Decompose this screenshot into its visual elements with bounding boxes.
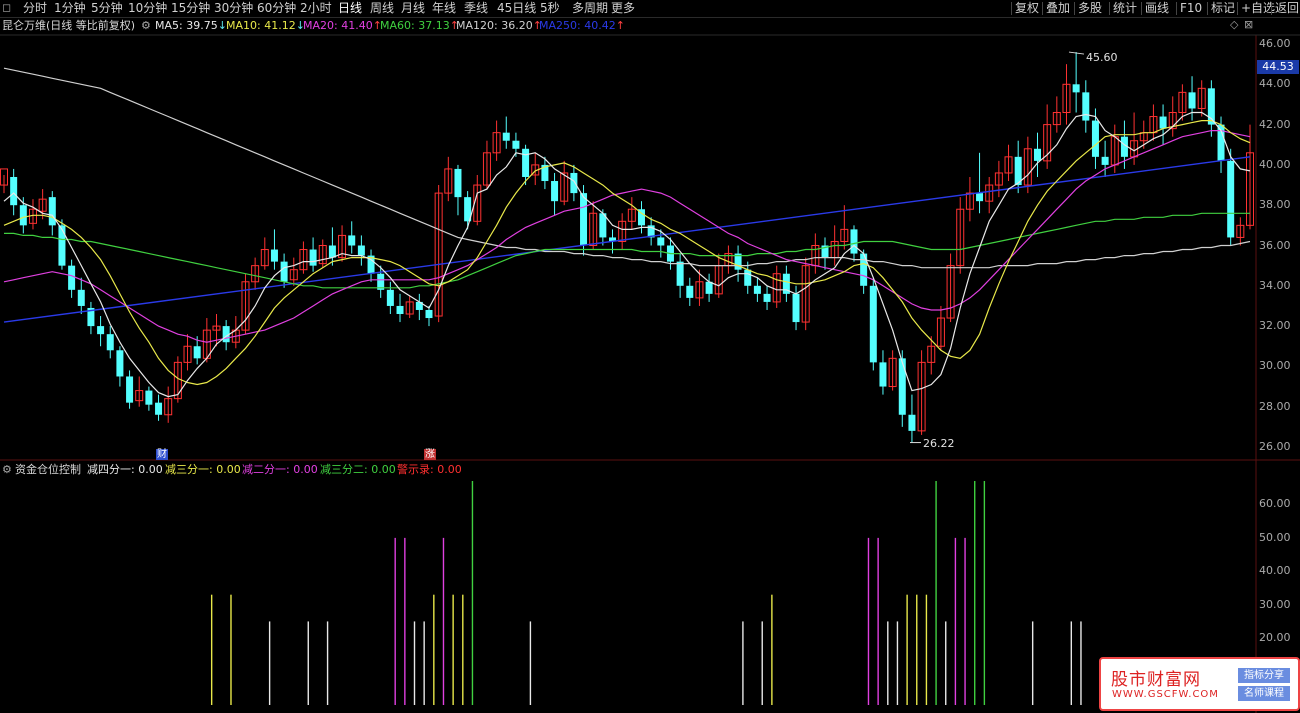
indicator-tick-label: 50.00 bbox=[1259, 530, 1291, 544]
candle-body-down bbox=[908, 414, 916, 431]
candle-body-down bbox=[763, 293, 771, 302]
candle-body-down bbox=[657, 237, 665, 246]
candle-body-down bbox=[106, 334, 114, 351]
candle-body-down bbox=[10, 176, 18, 206]
candle-body-down bbox=[116, 350, 124, 377]
ma10-line bbox=[3, 119, 1251, 386]
candle-body-down bbox=[502, 132, 510, 141]
candle-body-down bbox=[270, 249, 278, 262]
candle-body-down bbox=[1159, 116, 1167, 129]
ma250-line bbox=[3, 156, 1251, 323]
indicator-tick-label: 60.00 bbox=[1259, 497, 1291, 511]
indicator-name: 资金仓位控制 bbox=[15, 463, 81, 476]
marker-cai[interactable]: 财 bbox=[156, 449, 168, 460]
indicator-settings-icon[interactable]: ⚙ bbox=[2, 463, 12, 477]
candle-body-down bbox=[425, 309, 433, 319]
ma20-line bbox=[3, 130, 1251, 343]
indicator-tick-label: 40.00 bbox=[1259, 564, 1291, 578]
candle-body-down bbox=[1034, 148, 1042, 161]
low-price-label: 26.22 bbox=[923, 437, 955, 450]
candle-body-down bbox=[879, 362, 887, 387]
kline-chart[interactable] bbox=[0, 0, 1300, 713]
candle-body-down bbox=[145, 390, 153, 405]
price-tick-label: 30.00 bbox=[1259, 359, 1291, 373]
candle-body-down bbox=[454, 168, 462, 198]
price-tick-label: 46.00 bbox=[1259, 37, 1291, 50]
candle-body-down bbox=[522, 148, 530, 177]
price-tick-label: 32.00 bbox=[1259, 319, 1291, 333]
indicator-value-1: 减三分一: 0.00 bbox=[165, 463, 241, 476]
watermark-title: 股市财富网 bbox=[1111, 670, 1201, 690]
candle-body-down bbox=[1188, 92, 1196, 109]
current-price-tag: 44.53 bbox=[1257, 60, 1299, 74]
ma60-line bbox=[4, 212, 1250, 289]
price-tick-label: 34.00 bbox=[1259, 278, 1291, 292]
candle-body-down bbox=[1101, 156, 1109, 165]
price-tick-label: 42.00 bbox=[1259, 117, 1291, 131]
diamond-icon[interactable]: ◇ bbox=[1230, 18, 1238, 31]
candle-body-down bbox=[396, 305, 404, 315]
candle-body-down bbox=[126, 376, 134, 403]
candle-body-down bbox=[512, 140, 520, 149]
candle-body-down bbox=[1082, 92, 1090, 121]
marker-zhang[interactable]: 涨 bbox=[424, 449, 436, 460]
price-tick-label: 38.00 bbox=[1259, 198, 1291, 212]
watermark-banner: 股市财富网 WWW.GSCFW.COM 指标分享 名师课程 bbox=[1099, 657, 1300, 711]
candle-body-down bbox=[744, 269, 752, 286]
candle-body-down bbox=[58, 225, 66, 266]
candle-body-down bbox=[676, 261, 684, 286]
candle-body-down bbox=[155, 402, 163, 415]
candle-body-down bbox=[357, 245, 365, 256]
candle-body-down bbox=[705, 281, 713, 294]
price-tick-label: 36.00 bbox=[1259, 238, 1291, 252]
candle-body-down bbox=[328, 245, 336, 258]
close-panel-icon[interactable]: ⊠ bbox=[1244, 18, 1253, 31]
indicator-value-4: 警示录: 0.00 bbox=[397, 463, 462, 476]
indicator-value-3: 减三分二: 0.00 bbox=[320, 463, 396, 476]
indicator-value-0: 减四分一: 0.00 bbox=[87, 463, 163, 476]
candle-body-down bbox=[869, 285, 877, 363]
watermark-url: WWW.GSCFW.COM bbox=[1112, 689, 1219, 700]
candle-body-down bbox=[386, 289, 394, 306]
candle-body-down bbox=[1227, 160, 1235, 238]
candle-body-down bbox=[77, 289, 85, 306]
price-tick-label: 28.00 bbox=[1259, 399, 1291, 413]
watermark-badge-course: 名师课程 bbox=[1238, 686, 1290, 701]
candle-body-down bbox=[19, 205, 27, 226]
candle-body-down bbox=[348, 235, 356, 246]
candle-body-down bbox=[580, 193, 588, 246]
candle-body-down bbox=[309, 249, 317, 266]
candle-body-down bbox=[570, 172, 578, 194]
candle-body-down bbox=[280, 261, 288, 282]
candle-body-down bbox=[898, 358, 906, 415]
indicator-tick-label: 30.00 bbox=[1259, 597, 1291, 611]
indicator-tick-label: 20.00 bbox=[1259, 631, 1291, 645]
candle-body-down bbox=[850, 229, 858, 254]
candle-body-down bbox=[97, 326, 105, 335]
indicator-value-2: 减二分一: 0.00 bbox=[242, 463, 318, 476]
candle-body-down bbox=[792, 293, 800, 323]
candle-body-down bbox=[551, 181, 559, 202]
price-tick-label: 40.00 bbox=[1259, 157, 1291, 171]
candle-body-down bbox=[976, 193, 984, 202]
candle-body-down bbox=[1072, 84, 1080, 93]
candle-body-down bbox=[1091, 120, 1099, 157]
candle-body-down bbox=[48, 197, 56, 226]
candle-body-down bbox=[686, 285, 694, 298]
price-tick-label: 26.00 bbox=[1259, 440, 1291, 453]
price-tick-label: 44.00 bbox=[1259, 77, 1291, 91]
candle-body-down bbox=[193, 346, 201, 359]
candle-body-down bbox=[753, 285, 761, 294]
watermark-badge-share: 指标分享 bbox=[1238, 668, 1290, 683]
high-price-label: 45.60 bbox=[1086, 51, 1118, 64]
candle-body-down bbox=[68, 265, 76, 290]
